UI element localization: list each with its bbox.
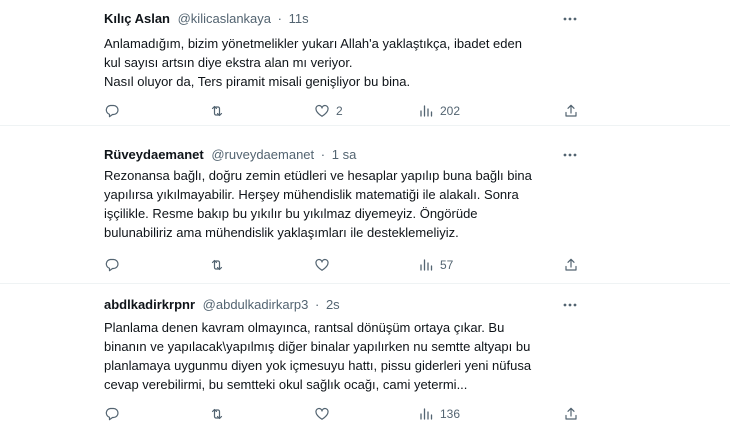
more-horizontal-icon[interactable] [562,148,578,162]
reply-button[interactable] [104,101,126,121]
views-button[interactable]: 57 [418,255,453,275]
share-button[interactable] [563,101,579,121]
retweet-button[interactable] [209,255,231,275]
retweet-button[interactable] [209,404,231,424]
reply-button[interactable] [104,255,126,275]
tweet-line: yapılırsa yıkılmayabilir. Herşey mühendi… [104,187,519,202]
tweet-line: kul sayısı artsın diye ekstra alan mı ve… [104,55,353,70]
views-bar-chart-icon [420,105,433,117]
retweet-button[interactable] [209,101,231,121]
author-name[interactable]: Rüveydaemanet [104,147,204,162]
heart-icon [315,258,329,271]
timestamp[interactable]: 1 sa [332,147,357,162]
tweet-text: Planlama denen kavram olmayınca, rantsal… [104,318,574,394]
tweet-3[interactable]: abdlkadirkrpnr @abdulkadirkarp3 · 2s Pla… [0,284,730,421]
author-handle[interactable]: @abdulkadirkarp3 [203,297,309,312]
retweet-icon [211,105,223,117]
tweet-actions: 2 202 [96,101,596,121]
like-button[interactable]: 2 [314,101,343,121]
author-handle[interactable]: @ruveydaemanet [211,147,314,162]
more-horizontal-icon[interactable] [562,12,578,26]
tweet-1[interactable]: Kılıç Aslan @kilicaslankaya · 11s Anlama… [0,0,730,126]
views-bar-chart-icon [420,259,433,271]
view-count: 57 [440,258,454,272]
tweet-text: Rezonansa bağlı, doğru zemin etüdleri ve… [104,166,574,242]
retweet-icon [211,259,223,271]
heart-icon [315,104,329,117]
timestamp[interactable]: 2s [326,297,340,312]
tweet-line: Planlama denen kavram olmayınca, rantsal… [104,320,505,335]
separator-dot: · [314,297,320,312]
like-count: 2 [336,104,343,118]
tweet-2[interactable]: Rüveydaemanet @ruveydaemanet · 1 sa Rezo… [0,126,730,284]
author-name[interactable]: abdlkadirkrpnr [104,297,195,312]
tweet-line: Rezonansa bağlı, doğru zemin etüdleri ve… [104,168,532,183]
share-button[interactable] [563,255,579,275]
share-icon [565,104,577,117]
views-button[interactable]: 202 [418,101,460,121]
tweet-header: Kılıç Aslan @kilicaslankaya · 11s [104,10,309,28]
tweet-line: binanın ve yapılacak\yapılmış diğer bina… [104,339,531,354]
author-handle[interactable]: @kilicaslankaya [178,11,271,26]
view-count: 136 [440,407,461,421]
tweet-actions: 57 [96,255,596,275]
share-icon [565,258,577,271]
views-button[interactable]: 136 [418,404,460,424]
separator-dot: · [277,11,282,26]
tweet-line: Anlamadığım, bizim yönetmelikler yukarı … [104,36,522,51]
tweet-header: abdlkadirkrpnr @abdulkadirkarp3 · 2s [104,296,340,314]
separator-dot: · [320,147,326,162]
tweet-actions: 136 [96,404,596,424]
reply-button[interactable] [104,404,126,424]
more-horizontal-icon[interactable] [562,298,578,312]
tweet-header: Rüveydaemanet @ruveydaemanet · 1 sa [104,146,356,164]
reply-icon [105,104,119,118]
view-count: 202 [440,104,461,118]
tweet-line: planlamaya uygunmu diyen yok içmesuyu ha… [104,358,532,373]
reply-icon [105,258,119,272]
tweet-text: Anlamadığım, bizim yönetmelikler yukarı … [104,34,574,91]
tweet-line: bulunabiliriz ama mühendislik yaklaşımla… [104,225,459,240]
tweet-line: Nasıl oluyor da, Ters piramit misali gen… [104,74,411,89]
tweet-line: cevap verebilirmi, bu semtteki okul sağl… [104,377,468,392]
like-button[interactable] [314,404,336,424]
like-button[interactable] [314,255,336,275]
share-button[interactable] [563,404,579,424]
tweet-line: işçilikle. Resme bakıp bu yıkılır bu yık… [104,206,478,221]
timestamp[interactable]: 11s [289,11,309,26]
author-name[interactable]: Kılıç Aslan [104,11,170,26]
